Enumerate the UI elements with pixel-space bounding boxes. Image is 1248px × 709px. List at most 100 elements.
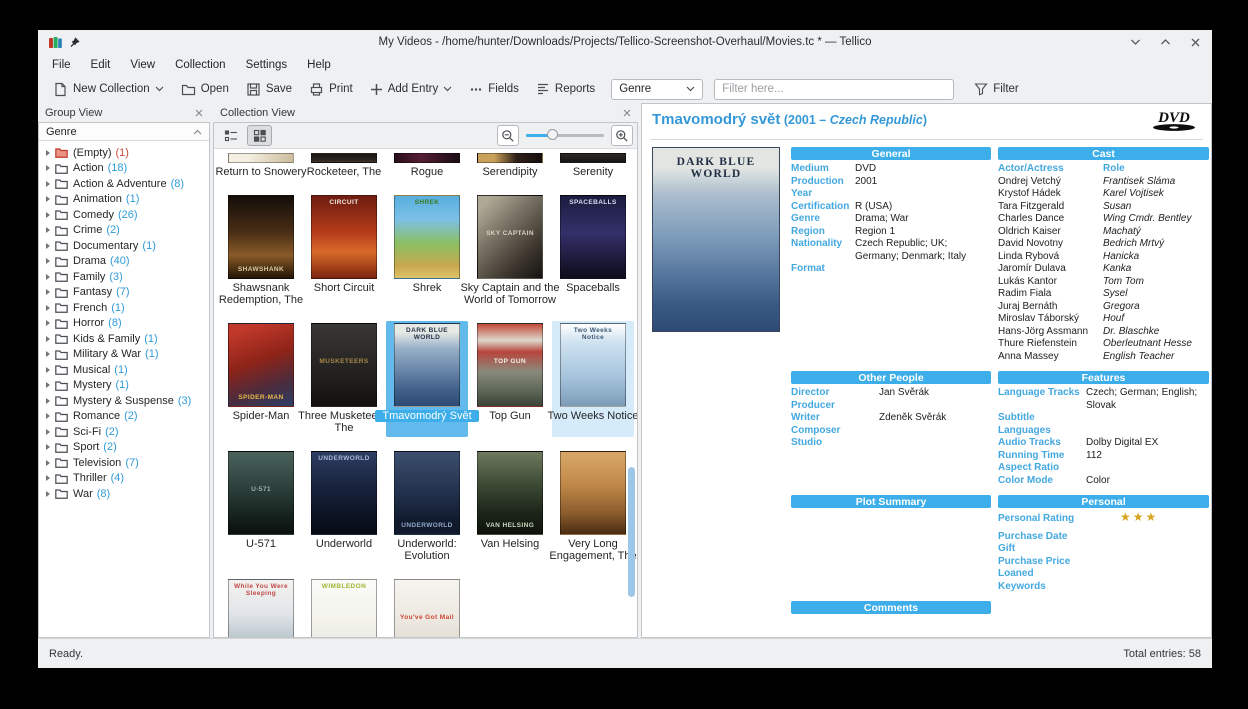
group-item[interactable]: War (8) — [39, 486, 209, 502]
group-item[interactable]: Sport (2) — [39, 440, 209, 456]
fields-button[interactable]: Fields — [462, 79, 526, 99]
zoom-in-button[interactable] — [611, 125, 633, 146]
zoom-out-button[interactable] — [497, 125, 519, 146]
menu-file[interactable]: File — [42, 57, 81, 73]
group-view-titlebar[interactable]: Group View — [38, 103, 210, 122]
expander-icon[interactable] — [46, 475, 50, 482]
group-item[interactable]: Mystery (1) — [39, 378, 209, 394]
group-item[interactable]: French (1) — [39, 300, 209, 316]
expander-icon[interactable] — [46, 211, 50, 218]
group-item[interactable]: Animation (1) — [39, 192, 209, 208]
entry-cell[interactable]: MUSKETEERS Three Musketeers, The — [298, 321, 390, 437]
entry-cell[interactable]: TOP GUN Top Gun — [469, 321, 551, 437]
close-panel-icon[interactable] — [623, 109, 631, 117]
menu-help[interactable]: Help — [297, 57, 341, 73]
expander-icon[interactable] — [46, 490, 50, 497]
entry-cell[interactable]: U-571 U-571 — [220, 449, 302, 565]
entry-cell[interactable]: WIMBLEDONWimbledon — [303, 577, 385, 637]
entry-cell[interactable]: SKY CAPTAIN Sky Captain and the World of … — [460, 193, 560, 309]
entry-cell[interactable]: SHAWSHANK Shawsnank Redemption, The — [219, 193, 303, 309]
expander-icon[interactable] — [46, 413, 50, 420]
group-item[interactable]: Thriller (4) — [39, 471, 209, 487]
entry-cell[interactable]: Serendipity — [469, 151, 551, 181]
view-details-button[interactable] — [218, 125, 243, 146]
titlebar[interactable]: My Videos - /home/hunter/Downloads/Proje… — [38, 30, 1212, 54]
entry-cell[interactable]: SPIDER-MAN Spider-Man — [220, 321, 302, 437]
entry-cell[interactable]: CIRCUIT Short Circuit — [303, 193, 385, 309]
expander-icon[interactable] — [46, 320, 50, 327]
entry-cell[interactable]: UNDERWORLD Underworld: Evolution — [386, 449, 468, 565]
group-item[interactable]: Comedy (26) — [39, 207, 209, 223]
view-icons-button[interactable] — [247, 125, 272, 146]
entry-cell[interactable]: SPACEBALLS Spaceballs — [552, 193, 634, 309]
minimize-button[interactable] — [1128, 35, 1142, 49]
expander-icon[interactable] — [46, 304, 50, 311]
print-button[interactable]: Print — [302, 79, 360, 100]
expander-icon[interactable] — [46, 289, 50, 296]
group-item[interactable]: Horror (8) — [39, 316, 209, 332]
open-button[interactable]: Open — [174, 79, 236, 100]
expander-icon[interactable] — [46, 366, 50, 373]
group-item[interactable]: Documentary (1) — [39, 238, 209, 254]
expander-icon[interactable] — [46, 428, 50, 435]
entry-cell[interactable]: SHREK Shrek — [386, 193, 468, 309]
entry-cell[interactable]: Serenity — [552, 151, 634, 181]
expander-icon[interactable] — [46, 149, 50, 156]
slider-knob[interactable] — [547, 129, 558, 140]
collection-view-titlebar[interactable]: Collection View — [213, 103, 638, 122]
entry-cell[interactable]: Two Weeks Notice Two Weeks Notice — [548, 320, 637, 437]
expander-icon[interactable] — [46, 180, 50, 187]
expander-icon[interactable] — [46, 335, 50, 342]
entry-cell[interactable]: Return to Snowery — [215, 151, 307, 181]
group-column-header[interactable]: Genre — [39, 123, 209, 141]
menu-collection[interactable]: Collection — [165, 57, 236, 73]
save-button[interactable]: Save — [239, 79, 299, 100]
entry-cell[interactable]: VAN HELSING Van Helsing — [469, 449, 551, 565]
entry-cell[interactable]: While You Were SleepingWhile You Were Sl… — [220, 577, 302, 637]
maximize-button[interactable] — [1158, 35, 1172, 49]
expander-icon[interactable] — [46, 165, 50, 172]
expander-icon[interactable] — [46, 273, 50, 280]
group-item[interactable]: Action & Adventure (8) — [39, 176, 209, 192]
expander-icon[interactable] — [46, 397, 50, 404]
expander-icon[interactable] — [46, 459, 50, 466]
expander-icon[interactable] — [46, 351, 50, 358]
group-item[interactable]: Military & War (1) — [39, 347, 209, 363]
new-collection-button[interactable]: New Collection — [46, 79, 171, 100]
expander-icon[interactable] — [46, 242, 50, 249]
reports-button[interactable]: Reports — [529, 79, 602, 99]
group-item[interactable]: Mystery & Suspense (3) — [39, 393, 209, 409]
entry-cell[interactable]: Rocketeer, The — [303, 151, 385, 181]
expander-icon[interactable] — [46, 227, 50, 234]
entry-cell[interactable]: DARK BLUE WORLD Tmavomodrý Svět — [375, 320, 479, 437]
close-button[interactable] — [1188, 35, 1202, 49]
group-item[interactable]: Sci-Fi (2) — [39, 424, 209, 440]
close-panel-icon[interactable] — [195, 109, 203, 117]
menu-view[interactable]: View — [120, 57, 165, 73]
group-by-select[interactable]: Genre — [611, 78, 704, 100]
entry-cell[interactable]: UNDERWORLD Underworld — [303, 449, 385, 565]
pin-icon[interactable] — [69, 36, 81, 48]
expander-icon[interactable] — [46, 444, 50, 451]
icon-size-slider[interactable] — [526, 125, 604, 146]
expander-icon[interactable] — [46, 382, 50, 389]
group-item[interactable]: Fantasy (7) — [39, 285, 209, 301]
group-item[interactable]: Family (3) — [39, 269, 209, 285]
group-item[interactable]: Musical (1) — [39, 362, 209, 378]
entry-cell[interactable]: Very Long Engagement, The — [549, 449, 637, 565]
group-item[interactable]: Television (7) — [39, 455, 209, 471]
menu-edit[interactable]: Edit — [81, 57, 121, 73]
group-item[interactable]: Kids & Family (1) — [39, 331, 209, 347]
group-item[interactable]: Crime (2) — [39, 223, 209, 239]
vertical-scrollbar-thumb[interactable] — [628, 467, 635, 597]
add-entry-button[interactable]: Add Entry — [363, 80, 460, 99]
expander-icon[interactable] — [46, 258, 50, 265]
expander-icon[interactable] — [46, 196, 50, 203]
filter-input[interactable] — [714, 78, 955, 100]
group-item[interactable]: (Empty) (1) — [39, 145, 209, 161]
group-item[interactable]: Action (18) — [39, 161, 209, 177]
group-item[interactable]: Drama (40) — [39, 254, 209, 270]
entry-cell[interactable]: You've Got MailYou've Got Mail — [386, 577, 468, 637]
group-item[interactable]: Romance (2) — [39, 409, 209, 425]
menu-settings[interactable]: Settings — [236, 57, 298, 73]
